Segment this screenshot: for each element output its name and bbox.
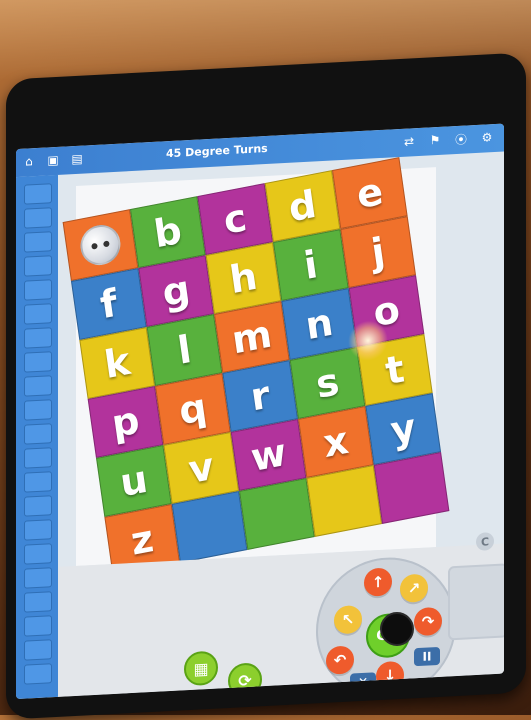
grid-letter: d (285, 181, 319, 231)
preview-box (448, 563, 504, 641)
program-slot[interactable] (24, 351, 52, 373)
grid-letter: w (248, 430, 289, 480)
grid-letter: t (382, 346, 407, 394)
grid-letter: s (313, 359, 342, 407)
program-slot[interactable] (24, 231, 52, 253)
grid-letter: n (302, 299, 336, 349)
backward-arrow-button[interactable]: ↓ (376, 660, 404, 691)
program-slot[interactable] (24, 207, 52, 229)
grid-letter: k (101, 338, 133, 388)
program-slot[interactable] (24, 255, 52, 277)
location-icon[interactable]: ⦿ (452, 129, 470, 148)
program-sidebar (16, 174, 58, 700)
program-slot[interactable] (24, 303, 52, 325)
alphabet-mat: bcde fghi j klmno pqrst uvwxy z (62, 157, 450, 576)
robot-eye-icon (91, 242, 98, 250)
grid-letter: i (301, 242, 321, 288)
alphabet-grid: bcde fghi j klmno pqrst uvwxy z (62, 157, 450, 576)
grid-cell[interactable] (306, 464, 383, 537)
pause-button[interactable]: II (414, 646, 440, 667)
robot-icon[interactable] (77, 221, 124, 269)
program-slot[interactable] (24, 591, 52, 613)
grid-letter: r (247, 372, 273, 420)
program-slot[interactable] (24, 615, 52, 637)
grid-letter: z (128, 516, 157, 564)
map-button[interactable]: ▦ (184, 650, 218, 687)
folder-icon[interactable]: ▤ (68, 149, 86, 168)
grid-letter: h (227, 253, 260, 303)
tablet-device: ⌂ ▣ ▤ 45 Degree Turns ⇄ ⚑ ⦿ ⚙ b c d e f … (6, 52, 526, 720)
tablet-screen: ⌂ ▣ ▤ 45 Degree Turns ⇄ ⚑ ⦿ ⚙ b c d e f … (16, 123, 504, 700)
clear-button[interactable]: ✕ (350, 672, 376, 692)
swap-icon[interactable]: ⇄ (400, 132, 418, 151)
grid-letter: u (117, 456, 151, 506)
program-slot[interactable] (24, 375, 52, 397)
forward-left-45-button[interactable]: ↖ (334, 604, 362, 635)
grid-letter: g (159, 266, 193, 316)
robot-eye-icon (103, 240, 110, 248)
save-icon[interactable]: ▣ (44, 151, 62, 170)
grid-letter: p (108, 397, 143, 447)
grid-letter: j (368, 229, 388, 275)
program-slot[interactable] (24, 423, 52, 445)
grid-cell[interactable] (171, 490, 248, 563)
page-title: 45 Degree Turns (166, 141, 268, 161)
program-slot[interactable] (24, 567, 52, 589)
grid-letter: l (174, 327, 195, 373)
grid-cell[interactable] (239, 477, 315, 550)
grid-letter: y (387, 405, 419, 453)
grid-letter: e (353, 169, 386, 218)
grid-letter: v (185, 443, 217, 492)
program-slot[interactable] (24, 543, 52, 565)
grid-letter: q (176, 384, 210, 434)
program-slot[interactable] (24, 399, 52, 421)
turn-right-button[interactable]: ↷ (414, 606, 442, 637)
refresh-button[interactable]: ⟳ (228, 662, 262, 698)
grid-letter: b (151, 207, 185, 257)
home-button[interactable] (380, 612, 414, 646)
forward-arrow-button[interactable]: ↑ (364, 567, 392, 597)
forward-right-45-button[interactable]: ↗ (400, 573, 428, 603)
program-slot[interactable] (24, 471, 52, 493)
grid-letter: f (97, 280, 121, 328)
grid-letter: m (229, 311, 275, 363)
grid-letter: c (220, 195, 250, 243)
grid-cell[interactable] (373, 451, 450, 524)
program-slot[interactable] (24, 495, 52, 517)
flag-icon[interactable]: ⚑ (426, 131, 444, 150)
left-toolbar: ⌂ ▣ ▤ (20, 149, 86, 170)
top-right-icons: ⇄ ⚑ ⦿ ⚙ (400, 128, 496, 151)
turn-left-button[interactable]: ↶ (326, 645, 354, 675)
program-slot[interactable] (24, 183, 52, 205)
grid-letter: x (320, 418, 352, 466)
program-slot[interactable] (24, 279, 52, 301)
program-slot[interactable] (24, 519, 52, 541)
program-slot[interactable] (24, 447, 52, 469)
program-slot[interactable] (24, 639, 52, 661)
home-icon[interactable]: ⌂ (20, 152, 38, 171)
settings-icon[interactable]: ⚙ (478, 128, 496, 147)
program-slot[interactable] (24, 327, 52, 349)
grid-letter: o (370, 286, 403, 336)
program-slot[interactable] (24, 663, 52, 685)
